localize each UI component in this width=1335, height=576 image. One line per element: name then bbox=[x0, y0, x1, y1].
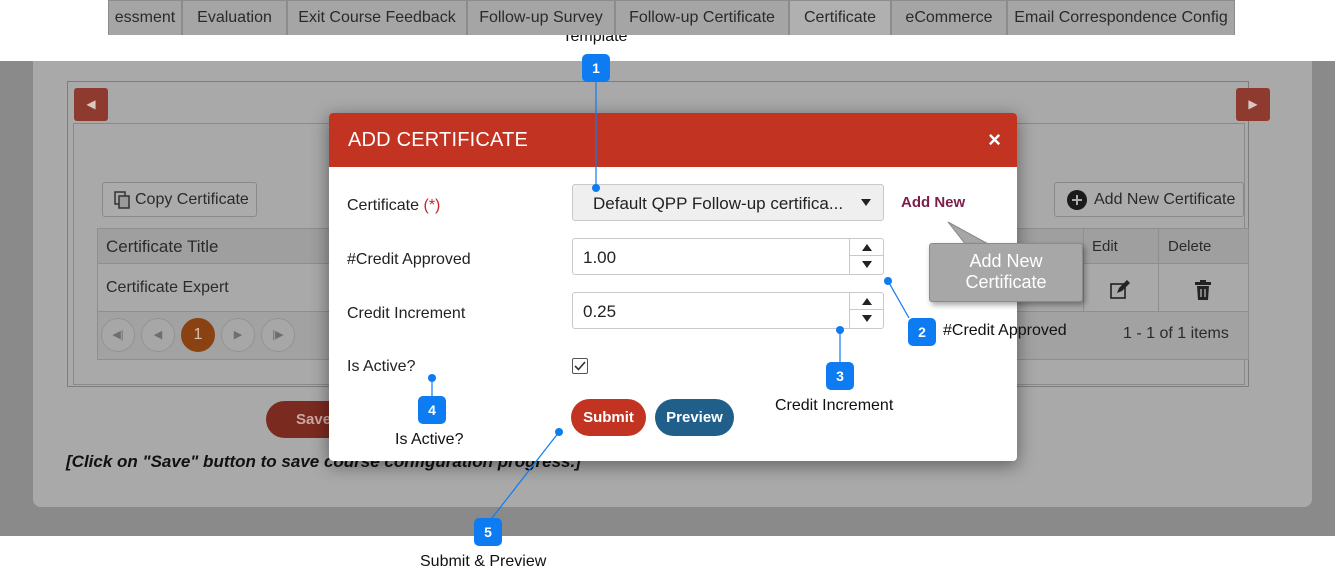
annotation-dot bbox=[884, 277, 892, 285]
annotation-badge-1: 1 bbox=[582, 54, 610, 82]
annotation-credit-increment: Credit Increment bbox=[775, 397, 894, 414]
annotation-dot bbox=[555, 428, 563, 436]
annotation-submit-preview: Submit & Preview bbox=[420, 553, 547, 570]
annotation-dot bbox=[428, 374, 436, 382]
annotation-dot bbox=[592, 184, 600, 192]
annotation-credit-approved: #Credit Approved bbox=[943, 322, 1067, 339]
annotation-is-active: Is Active? bbox=[395, 431, 464, 448]
annotation-badge-2: 2 bbox=[908, 318, 936, 346]
annotation-dot bbox=[836, 326, 844, 334]
annotation-badge-5: 5 bbox=[474, 518, 502, 546]
screenshot-stage: Certificate Template ◀ ▶ essment Evaluat… bbox=[0, 0, 1335, 576]
annotation-connectors bbox=[431, 82, 910, 519]
annotation-badge-4: 4 bbox=[418, 396, 446, 424]
annotation-badge-3: 3 bbox=[826, 362, 854, 390]
